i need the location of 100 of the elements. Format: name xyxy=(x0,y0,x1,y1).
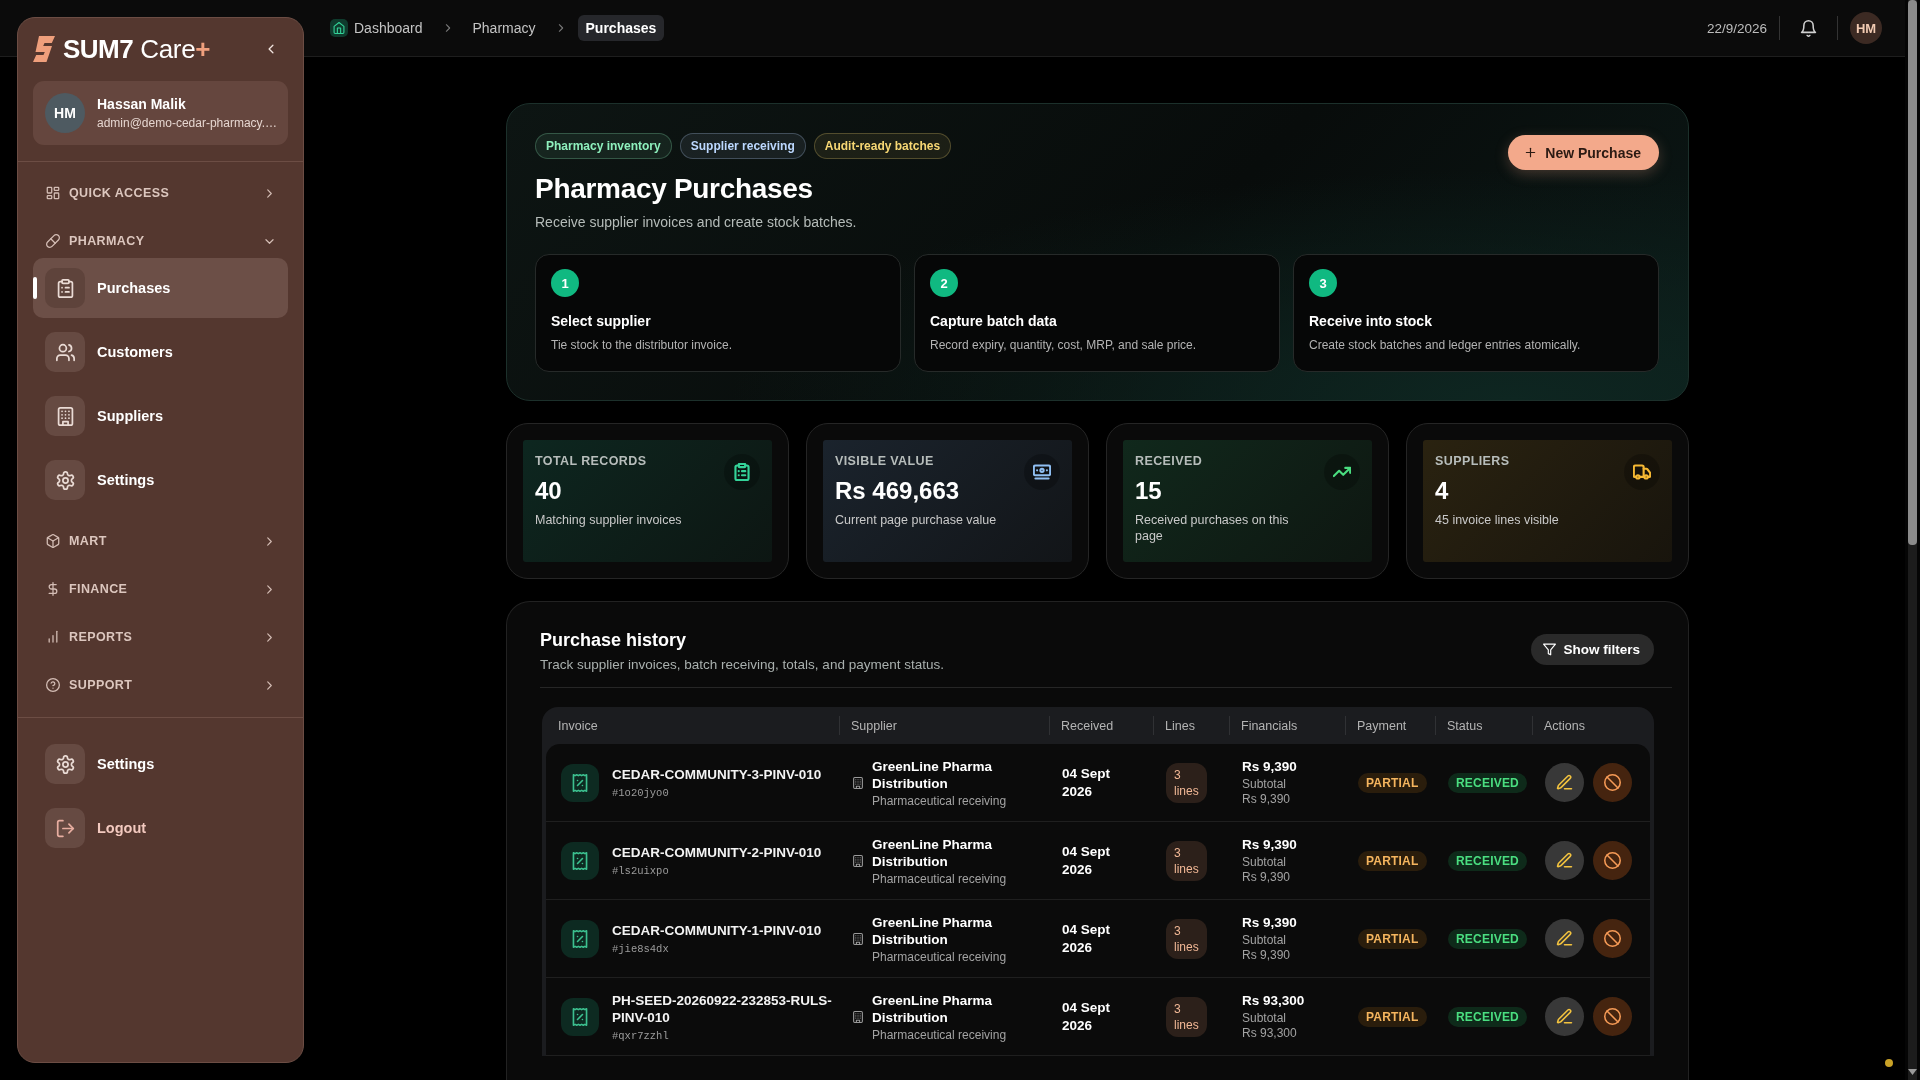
cancel-button[interactable] xyxy=(1593,763,1632,802)
line-count-tag: 3 lines xyxy=(1166,996,1207,1037)
received-date: 04 Sept 2026 xyxy=(1062,842,1112,879)
sidebar-section[interactable]: QUICK ACCESS xyxy=(33,176,288,210)
scrollbar-thumb[interactable] xyxy=(1908,0,1917,545)
purchase-total: Rs 9,390 xyxy=(1242,914,1297,930)
received-date: 04 Sept 2026 xyxy=(1062,998,1112,1035)
receipt-icon xyxy=(561,919,599,958)
logout-icon xyxy=(45,808,85,848)
pencil-icon xyxy=(1556,774,1573,791)
received-date: 04 Sept 2026 xyxy=(1062,920,1112,957)
stat-value: 15 xyxy=(1135,477,1163,505)
scroll-down-arrow-icon[interactable] xyxy=(1908,1069,1917,1075)
sidebar-section[interactable]: PHARMACY xyxy=(33,224,288,258)
breadcrumb-link[interactable]: Dashboard xyxy=(322,14,431,42)
receiving-status: RECEIVED xyxy=(1448,850,1527,871)
purchase-total: Rs 9,390 xyxy=(1242,836,1297,852)
page-subtitle: Receive supplier invoices and create stock batches. xyxy=(535,214,858,230)
column-header: Lines xyxy=(1153,707,1229,744)
box-icon xyxy=(46,534,60,548)
invoice-number: CEDAR-COMMUNITY-2-PINV-010 xyxy=(612,844,822,861)
scrollbar[interactable] xyxy=(1905,0,1920,1080)
stat-value: 40 xyxy=(535,477,563,505)
supplier-name: GreenLine Pharma Distribution xyxy=(872,913,994,948)
logo-mark-icon xyxy=(33,36,55,62)
status-dot-icon xyxy=(1885,1059,1893,1067)
edit-button[interactable] xyxy=(1545,997,1584,1036)
ban-icon xyxy=(1604,1008,1621,1025)
breadcrumb-link[interactable]: Pharmacy xyxy=(464,15,544,41)
tag: Audit-ready batches xyxy=(813,133,952,159)
edit-button[interactable] xyxy=(1545,841,1584,880)
line-count-tag: 3 lines xyxy=(1166,840,1207,881)
receipt-icon xyxy=(561,763,599,802)
subtotal-amount: Rs 9,390 xyxy=(1242,947,1291,963)
receiving-status: RECEIVED xyxy=(1448,772,1527,793)
dollar-icon xyxy=(46,582,60,596)
sidebar-section[interactable]: FINANCE xyxy=(33,572,288,606)
subtotal-label: Subtotal xyxy=(1242,854,1287,870)
user-name: Hassan Malik xyxy=(97,96,187,112)
plus-icon xyxy=(1524,146,1538,159)
payment-status: PARTIAL xyxy=(1358,850,1427,871)
supplier-name: GreenLine Pharma Distribution xyxy=(872,991,994,1026)
column-header: Actions xyxy=(1532,707,1652,744)
receiving-status: RECEIVED xyxy=(1448,928,1527,949)
invoice-reference: #qxr7zzhl xyxy=(612,1029,670,1042)
building-icon xyxy=(852,776,864,789)
show-filters-button[interactable]: Show filters xyxy=(1531,634,1654,665)
sidebar-section[interactable]: SUPPORT xyxy=(33,668,288,702)
invoice-reference: #1o20jyo0 xyxy=(612,787,670,799)
payment-status: PARTIAL xyxy=(1358,928,1427,949)
column-header: Status xyxy=(1435,707,1532,744)
cancel-button[interactable] xyxy=(1593,919,1632,958)
column-header: Invoice xyxy=(557,717,599,735)
sidebar-section[interactable]: REPORTS xyxy=(33,620,288,654)
sidebar-item[interactable]: Purchases xyxy=(33,258,288,318)
column-header: Supplier xyxy=(839,707,1049,744)
cancel-button[interactable] xyxy=(1593,841,1632,880)
sidebar-item[interactable]: Settings xyxy=(33,450,288,510)
breadcrumb-link[interactable]: Purchases xyxy=(577,15,665,41)
sidebar-item[interactable]: Settings xyxy=(33,734,288,794)
user-profile-card[interactable]: HM Hassan Malik admin@demo-cedar-pharmacy.… xyxy=(33,81,288,145)
banknote-icon xyxy=(1024,454,1060,490)
step-description: Tie stock to the distributor invoice. xyxy=(551,338,733,352)
purchase-total: Rs 9,390 xyxy=(1242,758,1297,774)
receipt-icon xyxy=(561,997,599,1036)
settings-icon xyxy=(45,744,85,784)
stat-description: Matching supplier invoices xyxy=(535,512,682,528)
supplier-type: Pharmaceutical receiving xyxy=(872,793,1008,808)
section-subtitle: Track supplier invoices, batch receiving, totals, and payment status. xyxy=(540,657,944,672)
trending-up-icon xyxy=(1324,454,1360,490)
stat-value: Rs 469,663 xyxy=(835,477,961,505)
subtotal-label: Subtotal xyxy=(1242,776,1287,792)
filter-icon xyxy=(1543,643,1557,656)
building-icon xyxy=(852,1010,864,1023)
edit-button[interactable] xyxy=(1545,763,1584,802)
column-header: Payment xyxy=(1345,707,1435,744)
received-date: 04 Sept 2026 xyxy=(1062,764,1112,801)
edit-button[interactable] xyxy=(1545,919,1584,958)
sidebar-item[interactable]: Customers xyxy=(33,322,288,382)
subtotal-amount: Rs 93,300 xyxy=(1242,1025,1297,1041)
ban-icon xyxy=(1604,774,1621,791)
new-purchase-button[interactable]: New Purchase xyxy=(1508,135,1659,170)
purchase-total: Rs 93,300 xyxy=(1242,992,1305,1008)
tag: Pharmacy inventory xyxy=(535,133,672,159)
user-avatar[interactable]: HM xyxy=(1850,12,1882,44)
invoice-number: CEDAR-COMMUNITY-3-PINV-010 xyxy=(612,766,822,783)
pencil-icon xyxy=(1556,852,1573,869)
bell-icon[interactable] xyxy=(1800,19,1817,37)
ban-icon xyxy=(1604,930,1621,947)
stat-label: TOTAL RECORDS xyxy=(535,454,648,468)
cancel-button[interactable] xyxy=(1593,997,1632,1036)
sidebar-section[interactable]: MART xyxy=(33,524,288,558)
column-header: Received xyxy=(1049,707,1153,744)
step-number: 3 xyxy=(1309,269,1337,297)
step-number: 2 xyxy=(930,269,958,297)
invoice-reference: #jie8s4dx xyxy=(612,943,670,955)
sidebar-item[interactable]: Logout xyxy=(33,798,288,858)
stat-description: Current page purchase value xyxy=(835,512,997,528)
sidebar-item[interactable]: Suppliers xyxy=(33,386,288,446)
supplier-type: Pharmaceutical receiving xyxy=(872,949,1008,964)
